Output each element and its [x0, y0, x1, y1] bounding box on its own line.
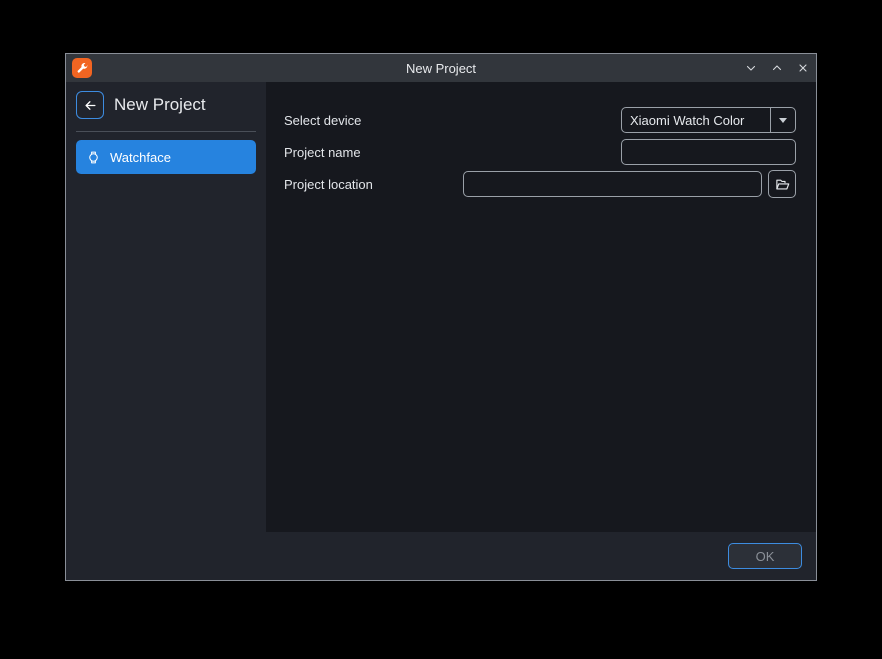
maximize-button[interactable] [764, 54, 790, 82]
new-project-dialog: New Project New Project Watchface Select… [65, 53, 817, 581]
content-wrapper: Select device Xiaomi Watch Color Project… [266, 82, 816, 580]
device-select[interactable]: Xiaomi Watch Color [621, 107, 796, 133]
select-device-label: Select device [284, 112, 362, 128]
title-bar: New Project [66, 54, 816, 82]
project-name-input[interactable] [621, 139, 796, 165]
browse-folder-button[interactable] [768, 170, 796, 198]
sidebar-header: New Project [76, 82, 256, 128]
device-select-value: Xiaomi Watch Color [630, 112, 745, 128]
back-button[interactable] [76, 91, 104, 119]
chevron-down-icon[interactable] [770, 108, 795, 132]
dialog-body: New Project Watchface Select device Xiao… [66, 82, 816, 580]
sidebar-separator [76, 131, 256, 132]
sidebar-title: New Project [114, 95, 206, 114]
form-row-device: Select device Xiaomi Watch Color [284, 104, 796, 136]
sidebar: New Project Watchface [66, 82, 266, 580]
window-title: New Project [405, 60, 477, 76]
wrench-icon [72, 58, 92, 78]
project-location-input[interactable] [463, 171, 762, 197]
project-location-field-group [463, 170, 796, 198]
device-field-group: Xiaomi Watch Color [621, 107, 796, 133]
close-button[interactable] [790, 54, 816, 82]
dialog-footer: OK [266, 532, 816, 580]
folder-open-icon [775, 177, 790, 192]
watch-icon [86, 150, 101, 165]
project-location-label: Project location [284, 176, 373, 192]
minimize-button[interactable] [738, 54, 764, 82]
ok-button[interactable]: OK [728, 543, 802, 569]
project-name-field-group [621, 139, 796, 165]
window-controls [738, 54, 816, 82]
sidebar-item-watchface[interactable]: Watchface [76, 140, 256, 174]
form-row-project-location: Project location [284, 168, 796, 200]
form-row-project-name: Project name [284, 136, 796, 168]
project-name-label: Project name [284, 144, 361, 160]
sidebar-item-label: Watchface [110, 149, 171, 165]
form-panel: Select device Xiaomi Watch Color Project… [266, 82, 816, 532]
